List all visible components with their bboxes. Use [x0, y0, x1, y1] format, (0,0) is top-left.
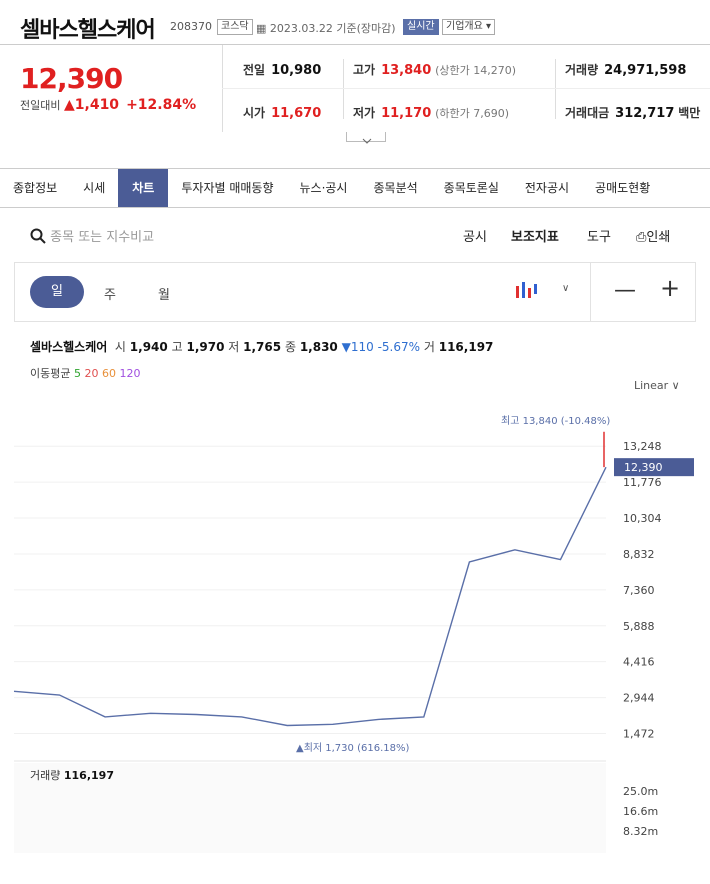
open-price: 시가 11,670	[243, 106, 322, 121]
chevron-down-icon[interactable]: ∨	[562, 283, 569, 294]
tab-disclosure[interactable]: 전자공시	[512, 169, 582, 207]
volume-tick-label: 8.32m	[623, 825, 658, 838]
period-week[interactable]: 주	[104, 284, 116, 303]
volume-legend: 거래량 116,197	[30, 769, 114, 782]
tab-chart[interactable]: 차트	[118, 169, 169, 207]
period-month[interactable]: 월	[158, 284, 170, 303]
volume-tick-label: 16.6m	[623, 805, 658, 818]
stock-code: 208370	[170, 20, 212, 33]
high-annotation: 최고 13,840 (-10.48%)	[501, 415, 610, 427]
price-line	[13, 466, 607, 727]
period-day[interactable]: 일	[30, 276, 84, 308]
divider	[222, 88, 710, 89]
tab-overview[interactable]: 종합정보	[0, 169, 70, 207]
y-tick-label: 5,888	[623, 620, 655, 633]
volume-tick-label: 25.0m	[623, 785, 658, 798]
tab-investors[interactable]: 투자자별 매매동향	[168, 169, 286, 207]
printer-icon: ⎙	[636, 230, 647, 245]
indicator-button[interactable]: 보조지표	[511, 226, 559, 245]
scale-select[interactable]: Linear ∨	[634, 379, 680, 392]
company-info-button[interactable]: 기업개요 ▾	[442, 19, 496, 35]
volume-stat: 거래량 24,971,598	[565, 63, 687, 78]
low-annotation: ▲최저 1,730 (616.18%)	[296, 742, 409, 754]
change-summary: 전일대비 ▲1,410 +12.84%	[20, 97, 197, 113]
ma-legend: 이동평균 5 20 60 120	[30, 367, 141, 380]
price-chart: 13,248 11,776 10,304 8,832 7,360 5,888 4,416 2,…	[13, 415, 694, 853]
y-tick-label: 11,776	[623, 476, 662, 489]
compare-search[interactable]: 종목 또는 지수비교	[30, 226, 154, 245]
candle-type-icon[interactable]	[514, 280, 542, 306]
y-tick-label: 7,360	[623, 584, 655, 597]
day-low: 저가 11,170 (하한가 7,690)	[353, 106, 510, 121]
chevron-down-icon	[362, 138, 372, 144]
realtime-badge[interactable]: 실시간	[403, 19, 439, 35]
tab-short-selling[interactable]: 공매도현황	[582, 169, 663, 207]
zoom-out-icon[interactable]: —	[614, 278, 636, 303]
search-icon	[30, 228, 46, 244]
trade-amount: 거래대금 312,717 백만	[565, 106, 701, 121]
tab-forum[interactable]: 종목토론실	[431, 169, 512, 207]
tab-bar: 종합정보 시세 차트 투자자별 매매동향 뉴스·공시 종목분석 종목토론실 전자…	[0, 168, 710, 208]
y-tick-label: 10,304	[623, 512, 662, 525]
y-tick-label: 4,416	[623, 656, 655, 669]
print-button[interactable]: ⎙인쇄	[636, 226, 670, 245]
market-badge: 코스닥	[217, 19, 253, 35]
tab-analysis[interactable]: 종목분석	[360, 169, 430, 207]
calendar-icon: ▦	[256, 22, 267, 35]
y-tick-label: 1,472	[623, 727, 655, 740]
tab-price[interactable]: 시세	[70, 169, 118, 207]
tool-button[interactable]: 도구	[587, 226, 611, 245]
ohlc-legend: 셀바스헬스케어 시 1,940 고 1,970 저 1,765 종 1,830 …	[30, 340, 494, 354]
y-tick-label: 13,248	[623, 440, 662, 453]
stock-name: 셀바스헬스케어	[20, 18, 156, 43]
y-tick-label: 2,944	[623, 692, 655, 705]
current-price: 12,390	[20, 62, 123, 95]
y-tick-label: 8,832	[623, 548, 655, 561]
fold-toggle[interactable]	[346, 132, 386, 144]
quote-date: ▦ 2023.03.22 기준(장마감)	[256, 22, 396, 35]
current-price-label: 12,390	[624, 461, 663, 474]
day-high: 고가 13,840 (상한가 14,270)	[353, 63, 517, 78]
up-triangle-icon: ▲	[63, 97, 75, 113]
zoom-in-icon[interactable]: +	[660, 274, 680, 302]
tab-news[interactable]: 뉴스·공시	[287, 169, 361, 207]
notice-button[interactable]: 공시	[463, 226, 487, 245]
period-bar	[14, 262, 696, 322]
prev-close: 전일 10,980	[243, 63, 322, 78]
